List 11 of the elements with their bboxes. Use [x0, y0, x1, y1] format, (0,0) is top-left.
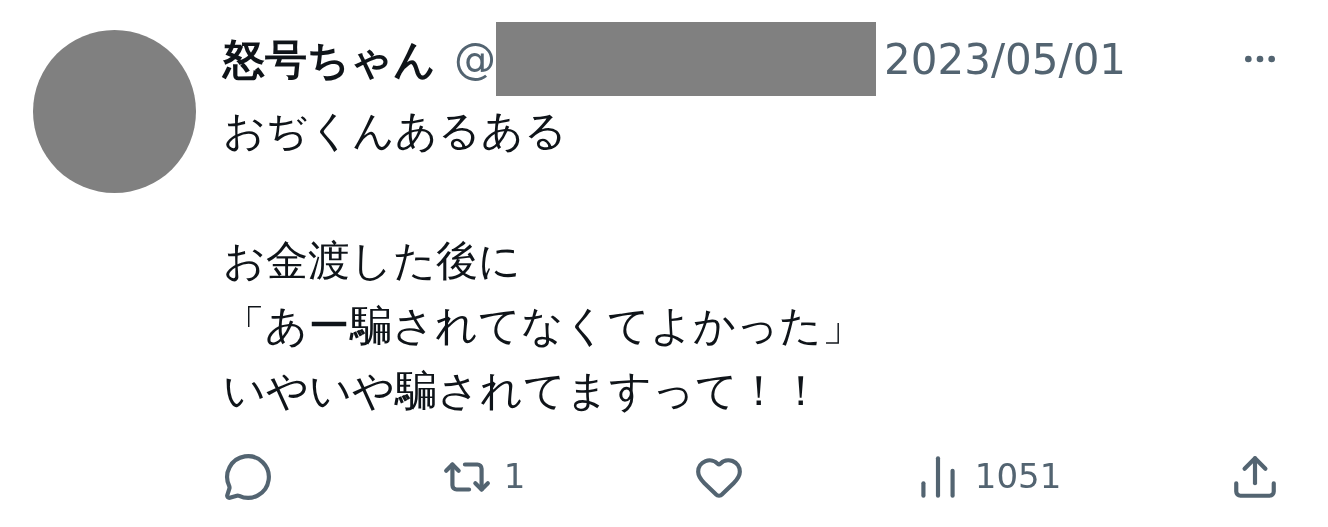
- handle-prefix: @: [454, 33, 496, 86]
- repost-button[interactable]: 1: [441, 451, 526, 502]
- post-text-line: 「あー騙されてなくてよかった」: [223, 300, 865, 352]
- post-text-line: お金渡した後に: [223, 235, 522, 287]
- views-button[interactable]: 1051: [912, 451, 1062, 502]
- speech-bubble-icon: [223, 451, 273, 502]
- post-text-line: いやいや騙されてますって！！: [223, 365, 823, 417]
- author-name[interactable]: 怒号ちゃん: [223, 27, 436, 91]
- post-date[interactable]: 2023/05/01: [884, 27, 1127, 91]
- post-text-line: おぢくんあるある: [223, 105, 568, 157]
- reply-button[interactable]: [223, 451, 273, 502]
